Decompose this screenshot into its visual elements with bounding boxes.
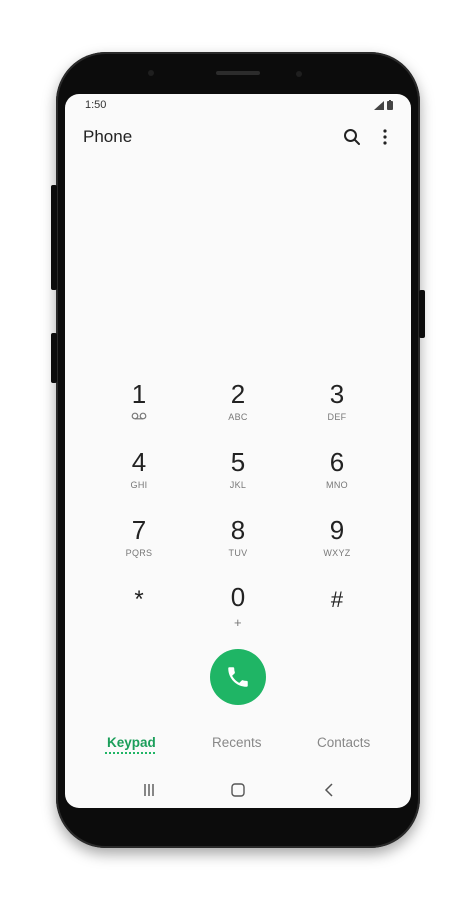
tab-contacts[interactable]: Contacts xyxy=(317,735,370,750)
home-icon[interactable] xyxy=(228,781,248,799)
front-camera xyxy=(296,71,302,77)
status-time: 1:50 xyxy=(85,99,107,111)
key-1[interactable]: 1 xyxy=(94,379,184,439)
phone-icon xyxy=(228,667,248,687)
key-4[interactable]: 4 GHI xyxy=(94,447,184,507)
key-7[interactable]: 7 PQRS xyxy=(94,515,184,575)
status-icons xyxy=(374,100,393,110)
key-0[interactable]: 0 + xyxy=(193,582,283,642)
app-title: Phone xyxy=(83,127,133,146)
tab-keypad[interactable]: Keypad xyxy=(107,735,156,750)
key-5[interactable]: 5 JKL xyxy=(193,447,283,507)
power-button xyxy=(419,290,425,338)
phone-screen: 1:50 Phone 1 2 ABC 3 DEF 4 GHI 5 JKL 6 M… xyxy=(65,94,411,808)
recent-apps-icon[interactable] xyxy=(139,781,159,799)
front-sensor xyxy=(148,70,154,76)
active-tab-indicator xyxy=(105,752,155,754)
key-6[interactable]: 6 MNO xyxy=(292,447,382,507)
search-icon[interactable] xyxy=(341,126,363,148)
bixby-button xyxy=(51,333,57,383)
back-icon[interactable] xyxy=(319,781,339,799)
tab-recents[interactable]: Recents xyxy=(212,735,262,750)
voicemail-icon xyxy=(131,412,147,420)
key-2[interactable]: 2 ABC xyxy=(193,379,283,439)
volume-button xyxy=(51,185,57,290)
key-hash[interactable]: # xyxy=(292,585,382,645)
key-3[interactable]: 3 DEF xyxy=(292,379,382,439)
earpiece-speaker xyxy=(216,71,260,75)
call-button[interactable] xyxy=(210,649,266,705)
more-vert-icon[interactable] xyxy=(374,126,396,148)
key-star[interactable]: * xyxy=(94,585,184,645)
battery-icon xyxy=(387,100,393,110)
key-9[interactable]: 9 WXYZ xyxy=(292,515,382,575)
phone-device-frame: 1:50 Phone 1 2 ABC 3 DEF 4 GHI 5 JKL 6 M… xyxy=(56,52,420,848)
key-8[interactable]: 8 TUV xyxy=(193,515,283,575)
signal-icon xyxy=(374,101,384,110)
